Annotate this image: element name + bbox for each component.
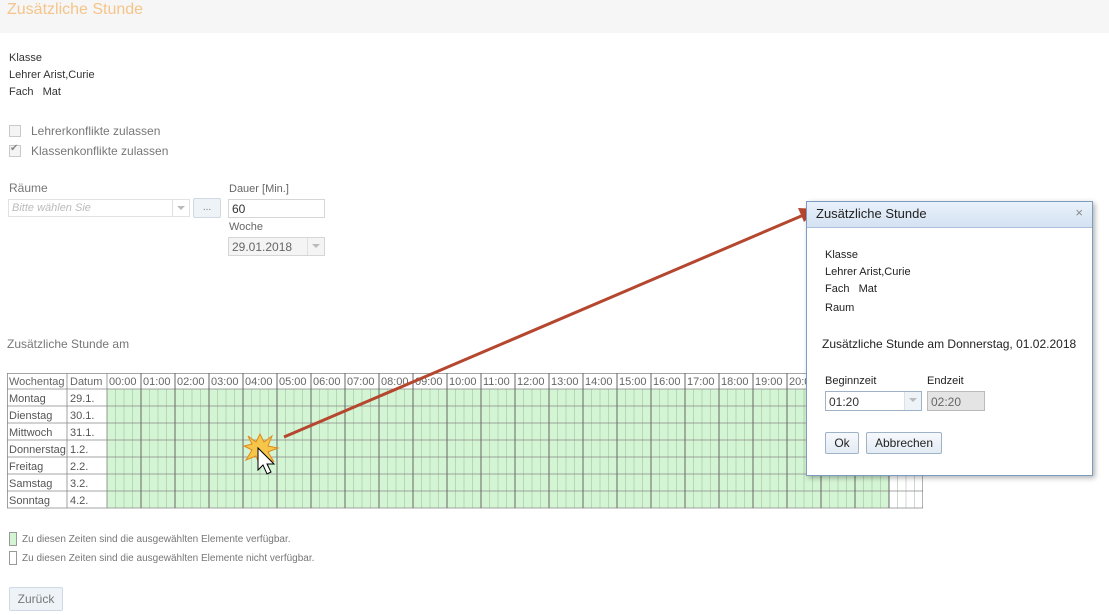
close-icon[interactable]: × xyxy=(1075,205,1083,220)
dialog-raum-label: Raum xyxy=(825,302,855,314)
cancel-button[interactable]: Abbrechen xyxy=(866,432,942,454)
dialog-header: Zusätzliche Stunde × xyxy=(807,202,1092,228)
dialog-lehrer-value: Arist,Curie xyxy=(859,266,911,278)
dialog-fach-row: Fach Mat xyxy=(825,283,877,295)
end-value: 02:20 xyxy=(931,395,962,409)
beginn-value: 01:20 xyxy=(829,395,860,409)
end-field: 02:20 xyxy=(927,391,985,411)
beginn-select[interactable]: 01:20 xyxy=(825,391,922,411)
dialog-summary: Zusätzliche Stunde am Donnerstag, 01.02.… xyxy=(822,337,1077,351)
dialog-fach-value: Mat xyxy=(858,283,877,295)
dialog-lehrer-label: Lehrer xyxy=(825,266,857,278)
arrow-line xyxy=(283,212,807,439)
dialog-fach-label: Fach xyxy=(825,283,850,295)
dialog-klasse-label: Klasse xyxy=(825,249,859,261)
dialog-lehrer-row: Lehrer Arist,Curie xyxy=(825,266,911,278)
beginn-label: Beginnzeit xyxy=(825,375,877,387)
end-label: Endzeit xyxy=(927,375,964,387)
ok-button[interactable]: Ok xyxy=(825,432,859,454)
dialog-title: Zusätzliche Stunde xyxy=(816,206,927,221)
add-lesson-dialog: Zusätzliche Stunde × Klasse Lehrer Arist… xyxy=(806,201,1093,476)
chevron-down-icon[interactable] xyxy=(904,392,921,410)
